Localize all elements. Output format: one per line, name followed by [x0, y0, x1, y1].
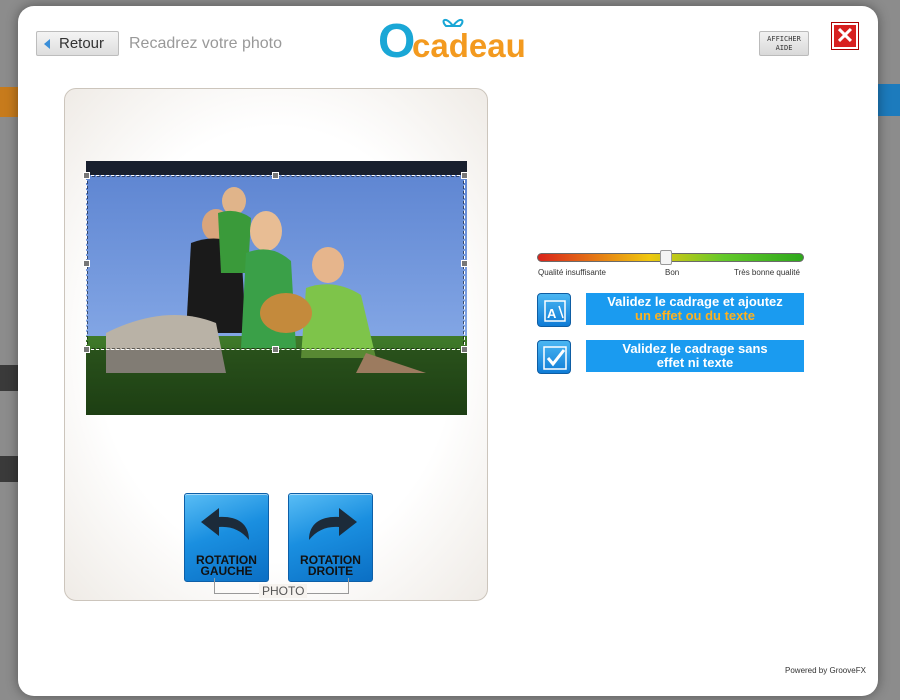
page-title: Recadrez votre photo — [129, 35, 282, 52]
rotate-left-button[interactable]: ROTATION GAUCHE — [184, 493, 269, 582]
rotate-left-icon — [201, 508, 249, 540]
background-accent — [0, 87, 18, 117]
background-accent — [878, 84, 900, 116]
crop-handle[interactable] — [461, 260, 468, 267]
quality-indicator — [659, 250, 672, 265]
powered-by-text: Powered by GrooveFX — [785, 666, 866, 675]
text-effect-icon[interactable]: A — [537, 293, 571, 327]
crop-dialog: Retour Recadrez votre photo O cadeau AFF… — [18, 6, 878, 696]
back-button-label: Retour — [59, 35, 105, 52]
quality-label-mid: Bon — [665, 268, 680, 277]
rotate-right-button[interactable]: ROTATION DROITE — [288, 493, 373, 582]
checkmark-icon[interactable] — [537, 340, 571, 374]
crop-handle[interactable] — [461, 172, 468, 179]
validate-plain-row: Validez le cadrage sans effet ni texte — [537, 340, 804, 376]
back-arrow-icon — [44, 38, 50, 49]
crop-handle[interactable] — [272, 346, 279, 353]
background-block — [0, 365, 18, 391]
quality-label-high: Très bonne qualité — [734, 268, 800, 277]
rotate-right-icon — [309, 508, 357, 540]
validate-with-effect-row: A Validez le cadrage et ajoutez un effet… — [537, 293, 804, 329]
validate-plain-button[interactable]: Validez le cadrage sans effet ni texte — [586, 340, 804, 372]
crop-handle[interactable] — [272, 172, 279, 179]
crop-handle[interactable] — [461, 346, 468, 353]
svg-text:A: A — [547, 306, 557, 321]
show-help-button[interactable]: AFFICHER AIDE — [759, 31, 809, 56]
crop-selection[interactable] — [83, 172, 468, 353]
quality-meter — [537, 250, 804, 265]
quality-label-low: Qualité insuffisante — [538, 268, 606, 277]
gift-bow-icon — [442, 19, 464, 27]
close-button[interactable]: ✕ — [832, 23, 858, 49]
crop-handle[interactable] — [83, 346, 90, 353]
ocadeau-logo: O cadeau — [378, 15, 526, 68]
crop-handle[interactable] — [83, 260, 90, 267]
crop-handle[interactable] — [83, 172, 90, 179]
background-block — [0, 456, 18, 482]
photo-caption: PHOTO — [214, 578, 349, 598]
back-button[interactable]: Retour — [36, 31, 119, 56]
crop-editor-panel: ROTATION GAUCHE ROTATION DROITE PHOTO — [64, 88, 488, 601]
validate-with-effect-button[interactable]: Validez le cadrage et ajoutez un effet o… — [586, 293, 804, 325]
